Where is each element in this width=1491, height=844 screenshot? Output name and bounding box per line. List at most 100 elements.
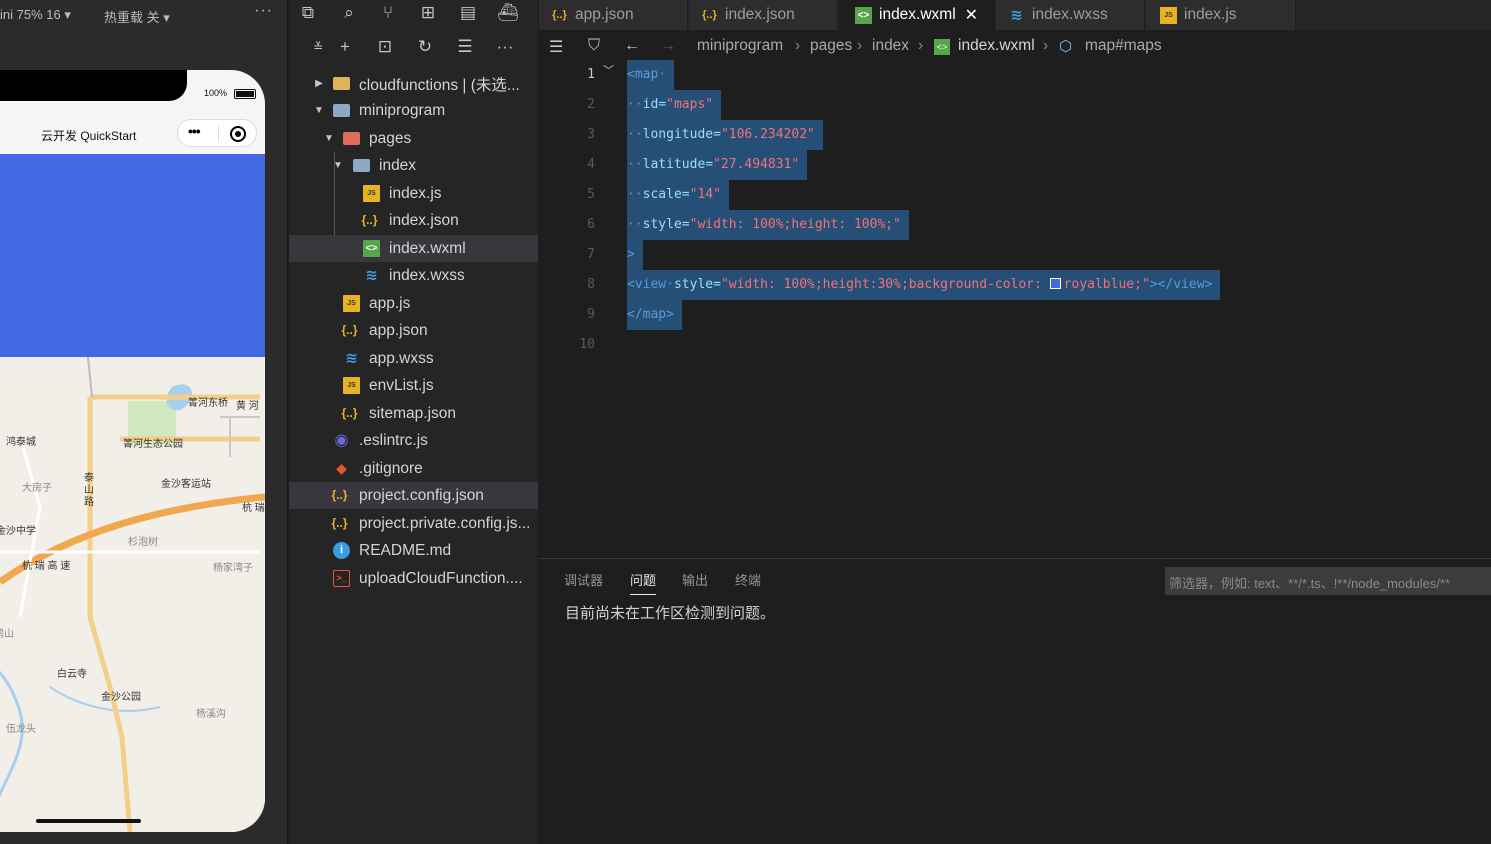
docker-icon[interactable]: ⛴ <box>497 2 519 24</box>
storage-icon[interactable]: ▤ <box>457 2 479 24</box>
tree-label: project.config.json <box>359 486 484 504</box>
json-file-icon: {..} <box>361 213 378 227</box>
tab-label: index.json <box>725 6 795 23</box>
tab-index-js[interactable]: JS index.js <box>1146 0 1296 30</box>
tab-label: index.js <box>1184 6 1237 23</box>
bookmark-icon[interactable]: ⛉ <box>588 37 600 55</box>
wxml-file-icon: <> <box>934 39 950 55</box>
tree-file-index-wxss[interactable]: ≋ index.wxss <box>289 262 538 289</box>
panel-tab-output[interactable]: 输出 <box>682 570 708 589</box>
json-file-icon: {..} <box>331 488 348 502</box>
collapse-icon[interactable]: ≚ <box>307 36 329 58</box>
tree-file-app-json[interactable]: {..} app.json <box>289 317 538 344</box>
refresh-icon[interactable]: ↻ <box>414 36 436 58</box>
new-folder-icon[interactable]: ⊡ <box>374 36 396 58</box>
panel-tab-problems[interactable]: 问题 <box>630 570 657 595</box>
close-target-icon[interactable] <box>230 126 246 142</box>
map-label: 鹅山 <box>0 629 14 640</box>
breadcrumb-item[interactable]: index <box>872 37 909 55</box>
hot-reload-toggle[interactable]: 热重载 关 ▾ <box>104 7 170 26</box>
tree-folder-miniprogram[interactable]: ▼ miniprogram <box>289 97 538 124</box>
tree-file-upload-cloud-function[interactable]: >_ uploadCloudFunction.... <box>289 565 538 592</box>
map-roads <box>0 357 265 832</box>
back-arrow-icon[interactable]: ← <box>624 37 640 55</box>
tree-file-sitemap-json[interactable]: {..} sitemap.json <box>289 400 538 427</box>
search-icon[interactable]: ⌕ <box>338 2 360 24</box>
code-token: <map <box>627 67 659 82</box>
close-tab-icon[interactable]: ✕ <box>965 5 978 25</box>
tree-file-eslintrc[interactable]: ◉ .eslintrc.js <box>289 427 538 454</box>
panel-tab-debugger[interactable]: 调试器 <box>564 570 603 589</box>
tree-label: miniprogram <box>359 101 446 119</box>
fold-chevron-icon[interactable]: ﹀ <box>603 62 614 78</box>
color-swatch-icon[interactable] <box>1049 278 1061 289</box>
tree-file-app-js[interactable]: JS app.js <box>289 290 538 317</box>
code-line: ··latitude="27.494831" <box>627 150 808 180</box>
tree-file-readme[interactable]: i README.md <box>289 537 538 564</box>
code-token: scale= <box>642 187 690 202</box>
json-file-icon: {..} <box>702 8 717 21</box>
breadcrumb-item[interactable]: pages <box>810 37 852 55</box>
simulator-more-icon[interactable]: ··· <box>254 2 273 20</box>
more-icon[interactable]: ··· <box>494 36 516 58</box>
outline-icon[interactable]: ☰ <box>549 37 563 57</box>
problems-filter-input[interactable]: 筛选器，例如: text、**/*.ts、!**/node_modules/** <box>1165 567 1491 595</box>
chevron-down-icon: ▼ <box>333 160 343 171</box>
tree-file-index-js[interactable]: JS index.js <box>289 180 538 207</box>
map-label: 黄 河 <box>236 401 259 412</box>
map-view[interactable]: 箐河东桥 黄 河 鸿泰城 箐河生态公园 泰 山 路 金沙客运站 大房子 杭 瑞 … <box>0 357 265 832</box>
tree-file-envlist-js[interactable]: JS envList.js <box>289 372 538 399</box>
breadcrumb-item[interactable]: map#maps <box>1085 37 1162 55</box>
tab-app-json[interactable]: {..} app.json <box>539 0 688 30</box>
js-file-icon: JS <box>343 295 360 312</box>
battery-icon <box>234 89 256 99</box>
device-select[interactable]: ini 75% 16 ▾ <box>0 7 71 23</box>
git-file-icon: ◆ <box>336 460 347 476</box>
battery-percent: 100% <box>204 88 228 98</box>
code-token: style= <box>673 277 721 292</box>
map-label: 金沙公园 <box>101 692 141 703</box>
tree-file-project-private-config[interactable]: {..} project.private.config.js... <box>289 510 538 537</box>
code-token: longitude= <box>642 127 721 142</box>
forward-arrow-icon[interactable]: → <box>660 37 676 55</box>
folder-open-icon <box>353 159 370 172</box>
code-token: <view <box>627 277 667 292</box>
map-label: 杭 瑞 <box>242 503 265 514</box>
tree-folder-index[interactable]: ▼ index <box>289 152 538 179</box>
source-control-icon[interactable]: ⑂ <box>377 2 399 24</box>
tree-file-app-wxss[interactable]: ≋ app.wxss <box>289 345 538 372</box>
breadcrumb-item[interactable]: miniprogram <box>697 37 783 55</box>
line-number: 5 <box>587 187 595 202</box>
code-line: ··longitude="106.234202" <box>627 120 823 150</box>
home-indicator <box>36 819 141 823</box>
tree-file-gitignore[interactable]: ◆ .gitignore <box>289 455 538 482</box>
js-file-icon: JS <box>1160 6 1177 24</box>
more-dots-icon[interactable]: ••• <box>188 123 201 139</box>
eslint-file-icon: ◉ <box>334 432 349 449</box>
code-line: ··id="maps" <box>627 90 722 120</box>
tab-index-wxss[interactable]: ≋ index.wxss <box>996 0 1145 30</box>
tree-folder-pages[interactable]: ▼ pages <box>289 125 538 152</box>
map-label: 路 <box>84 497 94 508</box>
code-line: > <box>627 240 643 270</box>
breadcrumb-item[interactable]: index.wxml <box>958 37 1035 55</box>
extensions-icon[interactable]: ⊞ <box>417 2 439 24</box>
code-line: <view·style="width: 100%;height:30%;back… <box>627 270 1221 300</box>
tab-index-wxml[interactable]: <> index.wxml ✕ <box>839 0 995 30</box>
panel-tab-terminal[interactable]: 终端 <box>735 570 761 589</box>
code-line: </map> <box>627 300 682 330</box>
tree-label: pages <box>369 129 412 147</box>
tree-label: .gitignore <box>359 459 423 477</box>
code-token: style= <box>642 217 690 232</box>
chevron-down-icon: ▼ <box>314 105 324 116</box>
tree-label: app.js <box>369 294 411 312</box>
collapse-all-icon[interactable]: ☰ <box>454 36 476 58</box>
tree-file-index-json[interactable]: {..} index.json <box>289 207 538 234</box>
tree-file-index-wxml[interactable]: <> index.wxml <box>289 235 538 262</box>
tree-file-project-config[interactable]: {..} project.config.json <box>289 482 538 509</box>
capsule-menu[interactable]: ••• <box>177 119 257 147</box>
tab-index-json[interactable]: {..} index.json <box>689 0 838 30</box>
tree-folder-cloudfunctions[interactable]: ▶ cloudfunctions | (未选... <box>289 70 538 97</box>
explorer-icon[interactable]: ⧉ <box>297 2 319 24</box>
new-file-icon[interactable]: + <box>334 36 356 58</box>
